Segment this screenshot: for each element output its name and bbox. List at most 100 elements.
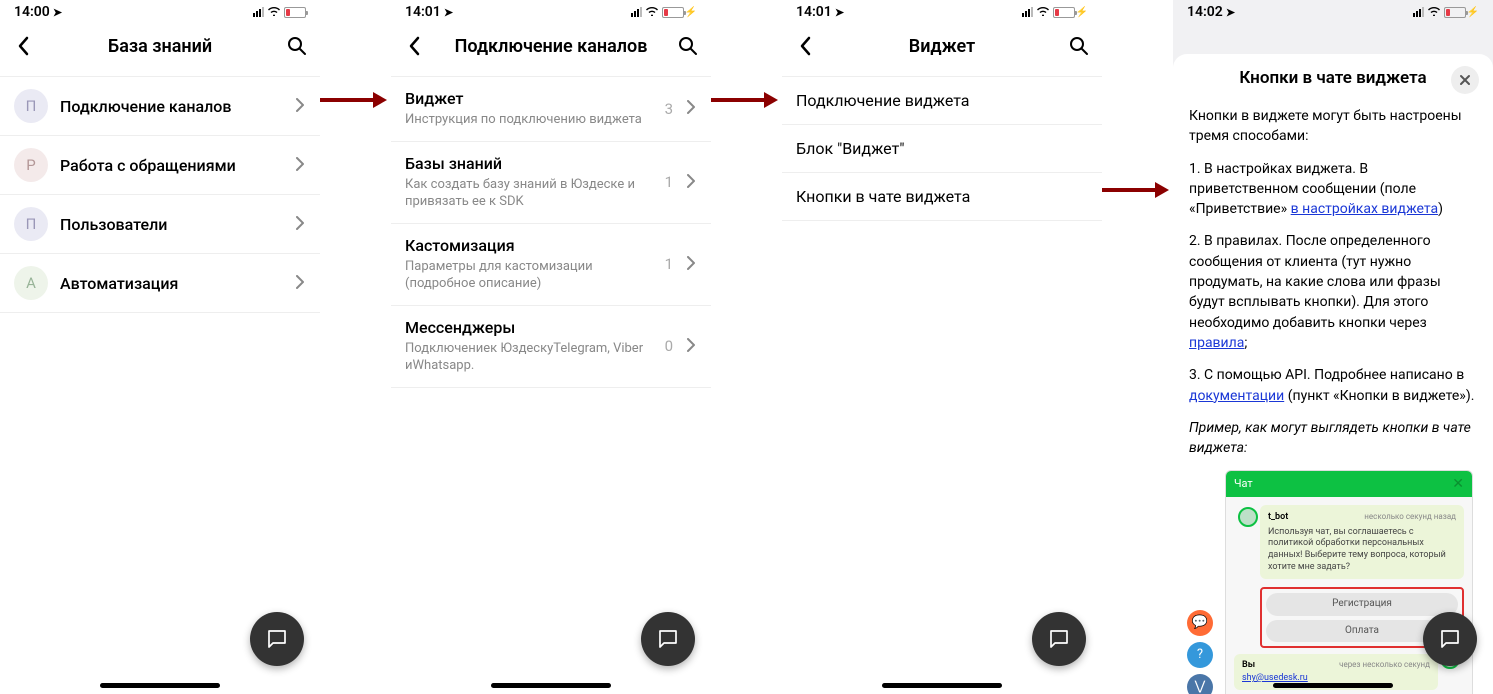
article-title: Подключение виджета (796, 91, 970, 110)
flow-arrow (1102, 0, 1173, 694)
article-list: Подключение виджета Блок "Виджет" Кнопки… (782, 68, 1102, 694)
section-list: Виджет Инструкция по подключению виджета… (391, 68, 711, 694)
signal-icon (1022, 7, 1033, 17)
status-time: 14:01➤ (796, 4, 844, 20)
link-documentation[interactable]: документации (1189, 388, 1284, 404)
screen-knowledge-base: 14:00➤ База знаний П Подключение каналов… (0, 0, 320, 694)
status-bar: 14:01➤ ⚡ (391, 0, 711, 24)
article-example-label: Пример, как могут выглядеть кнопки в чат… (1189, 418, 1477, 459)
status-time: 14:01➤ (405, 4, 453, 20)
close-icon: ✕ (1452, 474, 1464, 494)
back-button[interactable] (8, 31, 38, 61)
section-count: 1 (665, 173, 673, 191)
category-title: Подключение каналов (60, 97, 284, 116)
category-avatar: П (14, 207, 48, 241)
chevron-right-icon (296, 156, 304, 175)
category-list: П Подключение каналов Р Работа с обращен… (0, 68, 320, 694)
status-bar: 14:00➤ (0, 0, 320, 24)
article-body: Кнопки в виджете могут быть настроены тр… (1187, 100, 1479, 694)
section-subtitle: Подключениек ЮздескуTelegram, Viber иWha… (405, 340, 653, 375)
status-icons: ⚡ (631, 5, 697, 19)
article-paragraph: 2. В правилах. После определенного сообщ… (1189, 231, 1477, 353)
section-title: Виджет (405, 89, 653, 108)
chevron-right-icon (687, 99, 695, 118)
message-link[interactable]: shy@usedesk.ru (1242, 673, 1308, 683)
chat-fab[interactable] (641, 612, 695, 666)
chat-fab[interactable] (250, 612, 304, 666)
header: Подключение каналов (391, 24, 711, 68)
status-icons (253, 5, 306, 19)
chat-header: Чат ✕ (1226, 471, 1472, 497)
article-row[interactable]: Блок "Виджет" (782, 125, 1102, 173)
header: База знаний (0, 24, 320, 68)
charging-icon: ⚡ (1467, 7, 1479, 18)
status-icons: ⚡ (1022, 5, 1088, 19)
chat-option-button[interactable]: Регистрация (1266, 593, 1458, 616)
category-title: Автоматизация (60, 274, 284, 293)
wifi-icon (267, 5, 281, 19)
status-icons: ⚡ (1413, 5, 1479, 19)
category-row[interactable]: П Пользователи (0, 195, 320, 254)
home-indicator[interactable] (882, 683, 1002, 688)
article-title: Кнопки в чате виджета (1239, 68, 1426, 88)
status-time: 14:02➤ (1187, 4, 1235, 20)
bot-message: t_bot несколько секунд назад Используя ч… (1260, 505, 1464, 579)
category-avatar: А (14, 266, 48, 300)
home-indicator[interactable] (491, 683, 611, 688)
signal-icon (1413, 7, 1424, 17)
link-widget-settings[interactable]: в настройках виджета (1291, 201, 1438, 217)
header: Виджет (782, 24, 1102, 68)
close-button[interactable] (1451, 66, 1479, 94)
category-row[interactable]: П Подключение каналов (0, 76, 320, 136)
category-row[interactable]: Р Работа с обращениями (0, 136, 320, 195)
chat-fab[interactable] (1032, 612, 1086, 666)
channel-bubble-icon: ? (1187, 642, 1213, 668)
section-count: 3 (665, 100, 673, 118)
flow-arrow (711, 0, 782, 694)
page-title: Подключение каналов (455, 36, 648, 57)
search-button[interactable] (673, 31, 703, 61)
modal-backdrop: Кнопки в чате виджета Кнопки в виджете м… (1173, 24, 1493, 694)
page-title: База знаний (108, 36, 212, 57)
section-title: Базы знаний (405, 154, 653, 173)
chat-fab[interactable] (1423, 612, 1477, 666)
section-row[interactable]: Мессенджеры Подключениек ЮздескуTelegram… (391, 306, 711, 388)
modal-header: Кнопки в чате виджета (1187, 68, 1479, 100)
wifi-icon (1427, 5, 1441, 19)
wifi-icon (645, 5, 659, 19)
back-button[interactable] (790, 31, 820, 61)
channel-bubbles: 💬 ? ⋁ ✈ (1187, 610, 1213, 694)
link-rules[interactable]: правила (1189, 335, 1244, 351)
channel-bubble-icon: ⋁ (1187, 674, 1213, 694)
chevron-right-icon (687, 255, 695, 274)
section-row[interactable]: Виджет Инструкция по подключению виджета… (391, 76, 711, 142)
section-row[interactable]: Кастомизация Параметры для кастомизации … (391, 224, 711, 306)
home-indicator[interactable] (100, 683, 220, 688)
article-row[interactable]: Подключение виджета (782, 76, 1102, 125)
home-indicator[interactable] (1273, 683, 1393, 688)
battery-icon (284, 7, 306, 18)
search-button[interactable] (1064, 31, 1094, 61)
signal-icon (631, 7, 642, 17)
signal-icon (253, 7, 264, 17)
section-title: Мессенджеры (405, 318, 653, 337)
category-avatar: Р (14, 148, 48, 182)
message-text: Используя чат, вы соглашаетесь с политик… (1268, 527, 1456, 574)
article-row[interactable]: Кнопки в чате виджета (782, 173, 1102, 221)
section-subtitle: Инструкция по подключению виджета (405, 111, 653, 129)
chevron-right-icon (296, 215, 304, 234)
search-button[interactable] (282, 31, 312, 61)
article-paragraph: 1. В настройках виджета. В приветственно… (1189, 159, 1477, 220)
battery-icon (662, 7, 684, 18)
back-button[interactable] (399, 31, 429, 61)
category-row[interactable]: А Автоматизация (0, 254, 320, 313)
section-row[interactable]: Базы знаний Как создать базу знаний в Юз… (391, 142, 711, 224)
charging-icon: ⚡ (1076, 7, 1088, 18)
screen-channels: 14:01➤ ⚡ Подключение каналов Виджет Инст… (391, 0, 711, 694)
charging-icon: ⚡ (685, 7, 697, 18)
status-bar: 14:01➤ ⚡ (782, 0, 1102, 24)
screen-widget: 14:01➤ ⚡ Виджет Подключение виджета Блок… (782, 0, 1102, 694)
flow-arrow (320, 0, 391, 694)
category-title: Работа с обращениями (60, 156, 284, 175)
article-title: Кнопки в чате виджета (796, 187, 970, 206)
